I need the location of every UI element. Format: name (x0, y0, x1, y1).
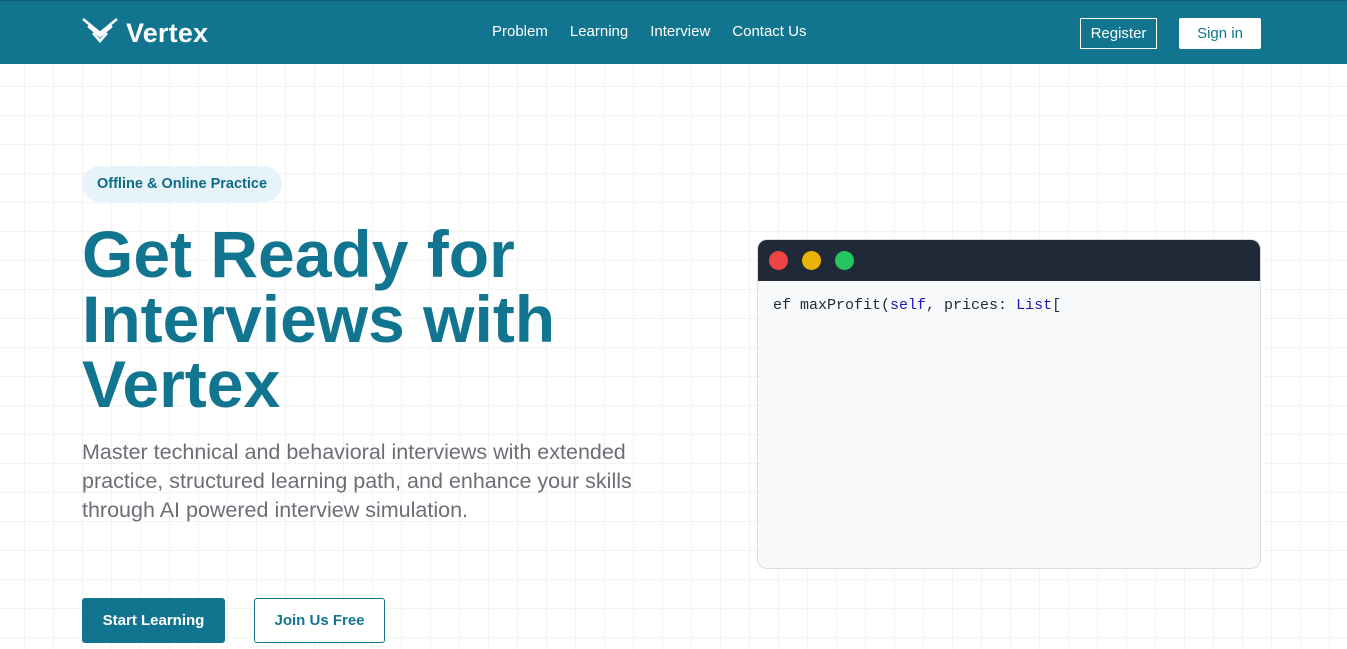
window-close-dot-icon (769, 251, 788, 270)
hero-subtitle: Master technical and behavioral intervie… (82, 440, 632, 522)
main-nav: Problem Learning Interview Contact Us (492, 23, 806, 40)
brand-name: Vertex (126, 17, 209, 48)
window-maximize-dot-icon (835, 251, 854, 270)
nav-link-learning[interactable]: Learning (570, 23, 628, 40)
code-token-keyword: self (890, 297, 927, 314)
register-button[interactable]: Register (1080, 18, 1157, 49)
window-minimize-dot-icon (802, 251, 821, 270)
hero-title: Get Ready for Interviews with Vertex (82, 217, 556, 421)
sign-in-button[interactable]: Sign in (1179, 18, 1261, 49)
code-content: ef maxProfit(self, prices: List[ (758, 281, 1260, 330)
code-editor-window: ef maxProfit(self, prices: List[ (757, 239, 1261, 569)
code-window-titlebar (758, 240, 1260, 281)
nav-link-contact-us[interactable]: Contact Us (732, 23, 806, 40)
nav-link-problem[interactable]: Problem (492, 23, 548, 40)
code-token-keyword: List (1016, 297, 1053, 314)
code-token: [ (1052, 297, 1062, 314)
code-token: , prices: (926, 297, 1017, 314)
chevron-stack-logo-icon (82, 17, 118, 50)
top-navbar: Vertex Problem Learning Interview Contac… (0, 0, 1347, 64)
practice-badge: Offline & Online Practice (82, 166, 283, 202)
start-learning-button[interactable]: Start Learning (82, 598, 225, 643)
brand-logo-link[interactable]: Vertex (82, 16, 208, 50)
code-token: ef maxProfit( (773, 297, 891, 314)
join-free-button[interactable]: Join Us Free (254, 598, 385, 643)
nav-link-interview[interactable]: Interview (650, 23, 710, 40)
